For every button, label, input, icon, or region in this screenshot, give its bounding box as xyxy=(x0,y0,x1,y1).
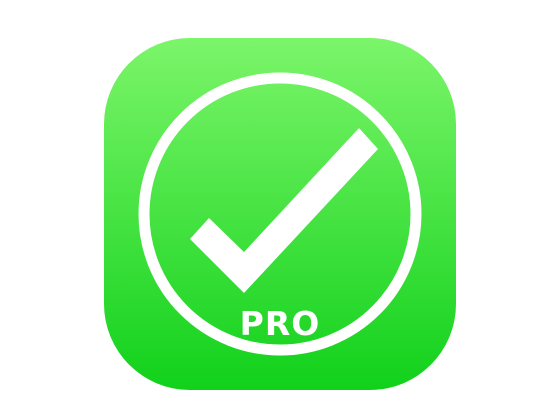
app-icon[interactable]: PRO xyxy=(104,38,456,390)
pro-badge-label: PRO xyxy=(239,304,321,343)
canvas: PRO xyxy=(0,0,560,420)
